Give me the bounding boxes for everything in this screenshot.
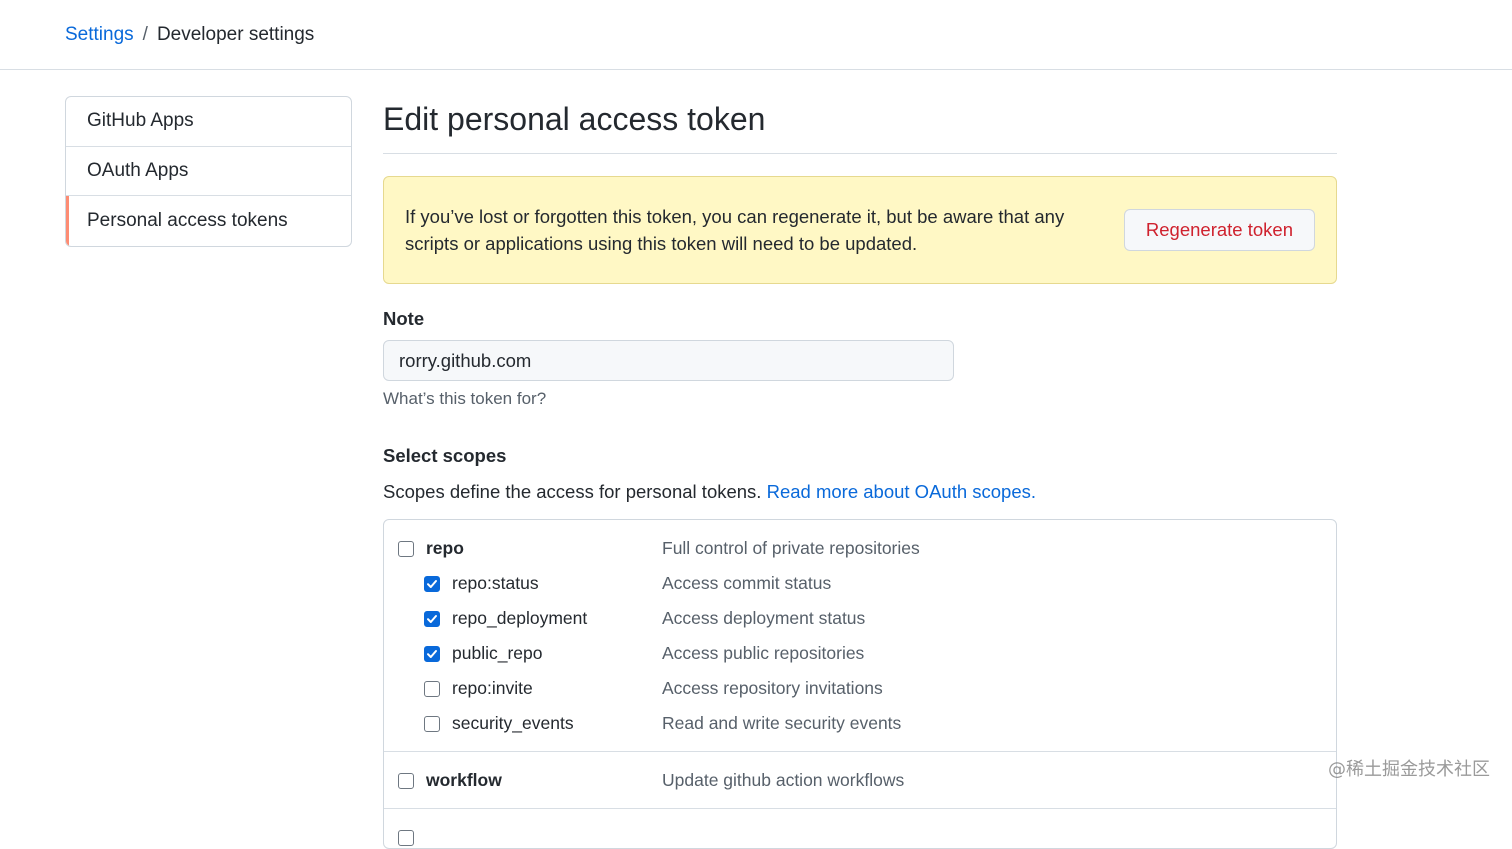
scope-name: repo_deployment xyxy=(452,608,662,629)
sidebar-item-personal-access-tokens[interactable]: Personal access tokens xyxy=(66,196,351,246)
scope-group-next-partial xyxy=(384,809,1336,849)
scope-description: Access commit status xyxy=(662,573,831,594)
workflow-checkbox[interactable] xyxy=(398,773,414,789)
scope-row-repo-invite: repo:invite Access repository invitation… xyxy=(384,671,1336,706)
scope-name: repo:invite xyxy=(452,678,662,699)
scope-row-repo-deployment: repo_deployment Access deployment status xyxy=(384,601,1336,636)
checkmark-icon xyxy=(426,613,438,625)
sidebar-nav: GitHub Apps OAuth Apps Personal access t… xyxy=(65,96,352,247)
breadcrumb-current: Developer settings xyxy=(157,24,314,46)
scopes-description: Scopes define the access for personal to… xyxy=(383,481,1337,503)
security-events-checkbox[interactable] xyxy=(424,716,440,732)
breadcrumb: Settings / Developer settings xyxy=(0,0,1512,70)
repo-status-checkbox[interactable] xyxy=(424,576,440,592)
breadcrumb-settings-link[interactable]: Settings xyxy=(65,24,134,46)
page-title: Edit personal access token xyxy=(383,96,1337,154)
main-content: Edit personal access token If you’ve los… xyxy=(383,96,1337,849)
scope-description: Update github action workflows xyxy=(662,770,904,791)
oauth-scopes-link[interactable]: Read more about OAuth scopes. xyxy=(767,481,1036,502)
scope-description: Access repository invitations xyxy=(662,678,883,699)
repo-deployment-checkbox[interactable] xyxy=(424,611,440,627)
scope-row-partial xyxy=(384,820,1336,849)
sidebar-item-oauth-apps[interactable]: OAuth Apps xyxy=(66,147,351,197)
watermark: @稀土掘金技术社区 xyxy=(1328,755,1490,781)
scope-description: Read and write security events xyxy=(662,713,901,734)
scopes-description-text: Scopes define the access for personal to… xyxy=(383,481,761,502)
note-input[interactable] xyxy=(383,340,954,381)
breadcrumb-separator: / xyxy=(143,24,148,46)
scope-name: security_events xyxy=(452,713,662,734)
note-hint: What’s this token for? xyxy=(383,389,1337,409)
scope-row-public-repo: public_repo Access public repositories xyxy=(384,636,1336,671)
public-repo-checkbox[interactable] xyxy=(424,646,440,662)
checkmark-icon xyxy=(426,648,438,660)
repo-checkbox[interactable] xyxy=(398,541,414,557)
scope-name: repo:status xyxy=(452,573,662,594)
scope-description: Access deployment status xyxy=(662,608,865,629)
regenerate-warning-flash: If you’ve lost or forgotten this token, … xyxy=(383,176,1337,284)
scope-row-workflow: workflow Update github action workflows xyxy=(384,763,1336,798)
flash-message: If you’ve lost or forgotten this token, … xyxy=(405,203,1085,257)
regenerate-token-button[interactable]: Regenerate token xyxy=(1124,209,1315,251)
sidebar-item-github-apps[interactable]: GitHub Apps xyxy=(66,97,351,147)
select-scopes-heading: Select scopes xyxy=(383,445,1337,467)
scope-name: repo xyxy=(426,538,662,559)
checkmark-icon xyxy=(426,578,438,590)
scope-row-repo-status: repo:status Access commit status xyxy=(384,566,1336,601)
scope-name: public_repo xyxy=(452,643,662,664)
scope-group-workflow: workflow Update github action workflows xyxy=(384,752,1336,809)
sidebar-item-label: GitHub Apps xyxy=(87,110,194,132)
repo-invite-checkbox[interactable] xyxy=(424,681,440,697)
scope-row-repo: repo Full control of private repositorie… xyxy=(384,531,1336,566)
note-label: Note xyxy=(383,308,1337,330)
scope-description: Full control of private repositories xyxy=(662,538,920,559)
partial-scope-checkbox[interactable] xyxy=(398,830,414,846)
sidebar-item-label: OAuth Apps xyxy=(87,160,188,182)
scope-name: workflow xyxy=(426,770,662,791)
scope-row-security-events: security_events Read and write security … xyxy=(384,706,1336,741)
scope-description: Access public repositories xyxy=(662,643,864,664)
sidebar-item-label: Personal access tokens xyxy=(87,210,288,232)
scope-group-repo: repo Full control of private repositorie… xyxy=(384,520,1336,752)
scopes-list: repo Full control of private repositorie… xyxy=(383,519,1337,849)
